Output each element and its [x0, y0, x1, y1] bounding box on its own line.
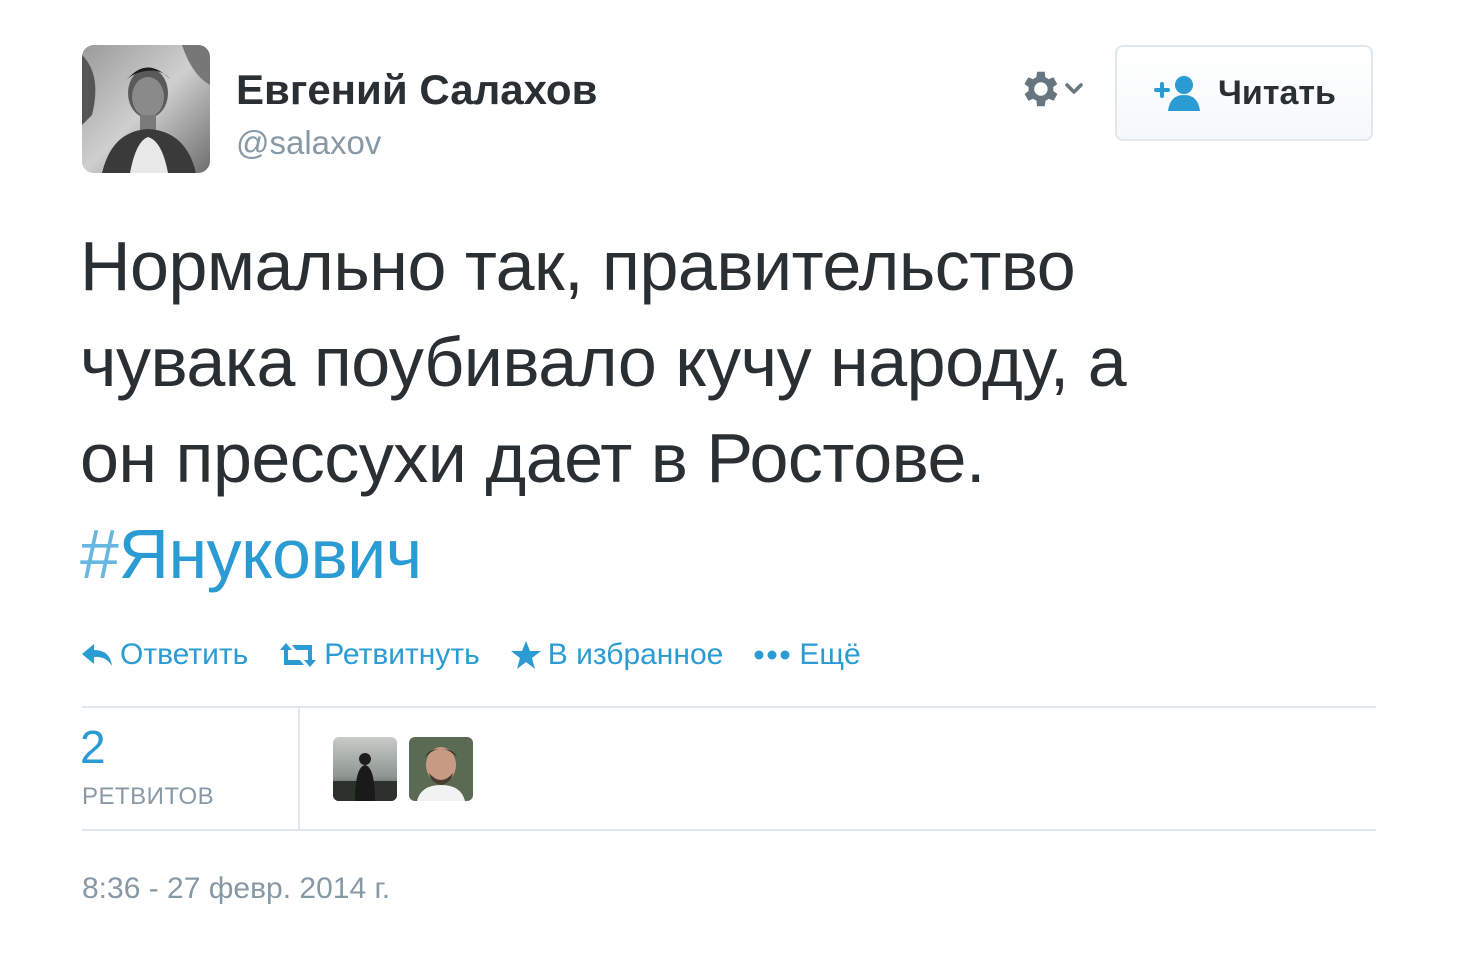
tweet-line: Нормально так, правительство — [80, 227, 1076, 305]
retweet-count[interactable]: 2 — [80, 720, 106, 774]
retweet-icon — [280, 643, 317, 667]
retweet-label: Ретвитнуть — [324, 638, 480, 671]
tweet-card: Евгений Салахов @salaxov Читать Нормальн… — [0, 0, 1460, 956]
tweet-line: он прессухи дает в Ростове. — [80, 419, 985, 497]
hashtag-link[interactable]: #Янукович — [80, 515, 422, 593]
chevron-down-icon — [1065, 83, 1083, 94]
retweet-count-label: РЕТВИТОВ — [82, 783, 215, 810]
reply-action[interactable]: Ответить — [80, 638, 248, 672]
more-label: Ещё — [799, 638, 861, 671]
tweet-timestamp[interactable]: 8:36 - 27 февр. 2014 г. — [82, 872, 390, 906]
stats-separator — [298, 708, 300, 830]
favorite-action[interactable]: В избранное — [510, 638, 724, 672]
retweeter-avatar[interactable] — [333, 737, 397, 801]
star-icon — [510, 641, 541, 669]
follow-button[interactable]: Читать — [1115, 45, 1373, 141]
more-dots-icon — [754, 650, 790, 660]
retweet-action[interactable]: Ретвитнуть — [278, 638, 480, 672]
more-action[interactable]: Ещё — [753, 638, 861, 672]
hashtag-text: Янукович — [118, 515, 422, 593]
author-photo — [82, 45, 210, 173]
tweet-actions: Ответить Ретвитнуть В избранное Ещё — [80, 632, 891, 678]
tweet-text: Нормально так, правительство чувака поуб… — [80, 218, 1380, 602]
author-handle[interactable]: @salaxov — [236, 124, 381, 162]
favorite-label: В избранное — [547, 638, 724, 671]
gear-icon — [1024, 71, 1058, 107]
hashtag-symbol: # — [80, 515, 119, 593]
retweeter-avatar[interactable] — [409, 737, 473, 801]
follow-label: Читать — [1218, 73, 1336, 112]
reply-icon — [82, 644, 112, 666]
author-avatar[interactable] — [82, 45, 210, 173]
settings-dropdown[interactable] — [1016, 66, 1096, 112]
add-user-icon — [1154, 76, 1201, 111]
reply-label: Ответить — [120, 638, 249, 671]
divider-bottom — [82, 829, 1376, 831]
retweeter-photo — [333, 737, 397, 801]
divider-top — [82, 706, 1376, 708]
retweeter-photo — [409, 737, 473, 801]
author-name[interactable]: Евгений Салахов — [236, 66, 597, 114]
tweet-line: чувака поубивало кучу народу, а — [80, 323, 1127, 401]
